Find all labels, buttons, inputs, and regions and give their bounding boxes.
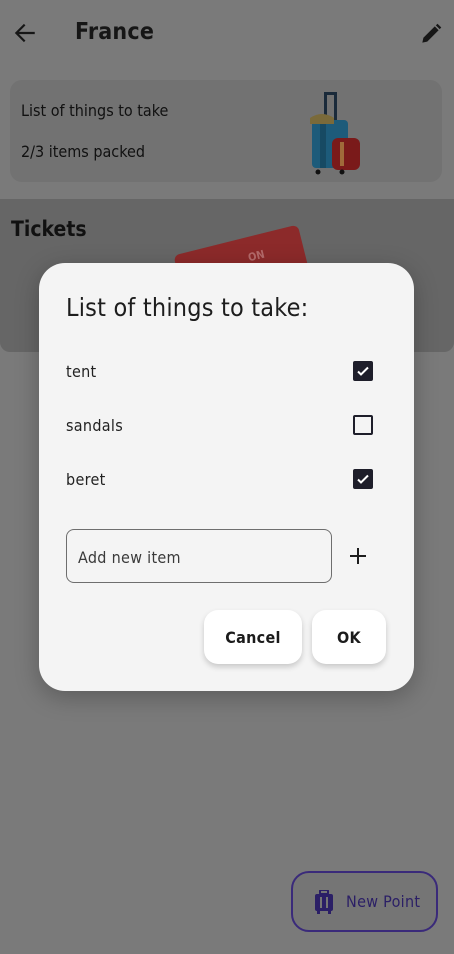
page-title: France — [75, 19, 155, 45]
item-checkbox-checked[interactable] — [353, 361, 373, 381]
item-label: tent — [66, 362, 97, 381]
packing-list-title: List of things to take — [21, 101, 169, 120]
luggage-icon — [315, 890, 333, 914]
packing-list-dialog: List of things to take: tent sandals ber… — [39, 263, 414, 691]
dialog-title: List of things to take: — [66, 293, 309, 322]
item-label: beret — [66, 470, 106, 489]
ticket-text: ON — [246, 247, 267, 265]
new-point-button[interactable]: New Point — [291, 871, 438, 932]
arrow-left-icon[interactable] — [12, 20, 38, 46]
suitcase-icon — [310, 92, 360, 175]
tickets-title: Tickets — [11, 217, 87, 241]
app-bar: France — [0, 0, 454, 70]
item-label: sandals — [66, 416, 124, 435]
list-item: sandals — [39, 406, 414, 446]
list-item: beret — [39, 460, 414, 500]
pencil-icon[interactable] — [418, 21, 444, 47]
checkmark-icon — [357, 366, 369, 376]
item-checkbox-unchecked[interactable] — [353, 415, 373, 435]
cancel-button[interactable]: Cancel — [204, 610, 302, 664]
packing-list-card[interactable]: List of things to take 2/3 items packed — [10, 80, 442, 182]
checkmark-icon — [357, 474, 369, 484]
list-item: tent — [39, 352, 414, 392]
item-checkbox-checked[interactable] — [353, 469, 373, 489]
new-point-label: New Point — [346, 892, 421, 911]
new-item-field[interactable] — [66, 529, 332, 583]
packing-progress: 2/3 items packed — [21, 142, 145, 161]
ok-button[interactable]: OK — [312, 610, 386, 664]
plus-icon[interactable] — [346, 544, 370, 568]
new-item-input[interactable] — [76, 544, 320, 570]
